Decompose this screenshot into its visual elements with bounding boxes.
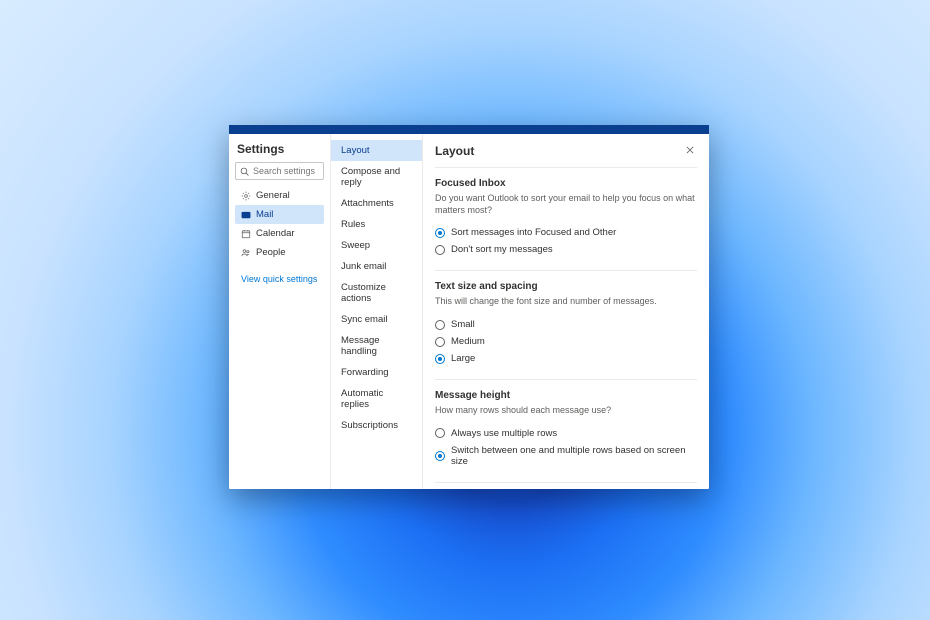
sub-item-layout[interactable]: Layout — [331, 140, 422, 161]
mail-icon — [241, 210, 251, 220]
radio-dont-sort[interactable]: Don't sort my messages — [435, 241, 697, 258]
sub-item-compose[interactable]: Compose and reply — [331, 161, 422, 193]
dialog-body: Settings General Mail Calendar People — [229, 134, 709, 489]
sub-item-autoreply[interactable]: Automatic replies — [331, 383, 422, 415]
close-button[interactable] — [683, 142, 697, 159]
radio-indicator — [435, 245, 445, 255]
section-title: Message height — [435, 390, 697, 401]
sub-item-handling[interactable]: Message handling — [331, 330, 422, 362]
search-input[interactable] — [253, 166, 319, 176]
radio-indicator — [435, 428, 445, 438]
radio-label: Don't sort my messages — [451, 244, 553, 255]
radio-medium[interactable]: Medium — [435, 333, 697, 350]
close-icon — [685, 145, 695, 155]
nav-label: Calendar — [256, 228, 295, 239]
search-icon — [240, 167, 249, 176]
nav-item-people[interactable]: People — [235, 243, 324, 262]
sub-item-customize[interactable]: Customize actions — [331, 277, 422, 309]
radio-label: Sort messages into Focused and Other — [451, 227, 616, 238]
sub-item-rules[interactable]: Rules — [331, 214, 422, 235]
calendar-icon — [241, 229, 251, 239]
sub-item-forwarding[interactable]: Forwarding — [331, 362, 422, 383]
radio-multiple-rows[interactable]: Always use multiple rows — [435, 425, 697, 442]
radio-indicator — [435, 337, 445, 347]
nav-label: Mail — [256, 209, 273, 220]
nav-item-mail[interactable]: Mail — [235, 205, 324, 224]
panel-header: Layout — [435, 142, 697, 159]
radio-switch-rows[interactable]: Switch between one and multiple rows bas… — [435, 442, 697, 470]
section-desc: This will change the font size and numbe… — [435, 296, 697, 308]
section-desc: Do you want Outlook to sort your email t… — [435, 193, 697, 216]
radio-label: Switch between one and multiple rows bas… — [451, 445, 697, 467]
section-message-height: Message height How many rows should each… — [435, 379, 697, 482]
settings-title: Settings — [235, 142, 324, 156]
section-text-size: Text size and spacing This will change t… — [435, 270, 697, 379]
layout-settings-panel: Layout Focused Inbox Do you want Outlook… — [423, 134, 709, 489]
radio-indicator — [435, 354, 445, 364]
nav-item-calendar[interactable]: Calendar — [235, 224, 324, 243]
radio-indicator — [435, 228, 445, 238]
view-quick-settings-link[interactable]: View quick settings — [235, 268, 324, 284]
sub-item-sync[interactable]: Sync email — [331, 309, 422, 330]
section-title: Focused Inbox — [435, 178, 697, 189]
radio-sort-focused[interactable]: Sort messages into Focused and Other — [435, 224, 697, 241]
radio-label: Small — [451, 319, 475, 330]
sub-item-junk[interactable]: Junk email — [331, 256, 422, 277]
gear-icon — [241, 191, 251, 201]
radio-indicator — [435, 320, 445, 330]
settings-dialog: Settings General Mail Calendar People — [229, 125, 709, 489]
sub-item-sweep[interactable]: Sweep — [331, 235, 422, 256]
people-icon — [241, 248, 251, 258]
section-message-organization: Message organization — [435, 482, 697, 489]
section-title: Text size and spacing — [435, 281, 697, 292]
nav-item-general[interactable]: General — [235, 186, 324, 205]
radio-indicator — [435, 451, 445, 461]
radio-small[interactable]: Small — [435, 316, 697, 333]
section-desc: How many rows should each message use? — [435, 405, 697, 417]
mail-subnav-pane: Layout Compose and reply Attachments Rul… — [331, 134, 423, 489]
section-focused-inbox: Focused Inbox Do you want Outlook to sor… — [435, 167, 697, 270]
titlebar — [229, 125, 709, 134]
panel-title: Layout — [435, 144, 474, 158]
sub-item-subscriptions[interactable]: Subscriptions — [331, 415, 422, 436]
radio-label: Large — [451, 353, 475, 364]
settings-nav-pane: Settings General Mail Calendar People — [229, 134, 331, 489]
nav-label: General — [256, 190, 290, 201]
search-settings[interactable] — [235, 162, 324, 180]
radio-large[interactable]: Large — [435, 350, 697, 367]
nav-label: People — [256, 247, 286, 258]
radio-label: Medium — [451, 336, 485, 347]
radio-label: Always use multiple rows — [451, 428, 557, 439]
sub-item-attachments[interactable]: Attachments — [331, 193, 422, 214]
